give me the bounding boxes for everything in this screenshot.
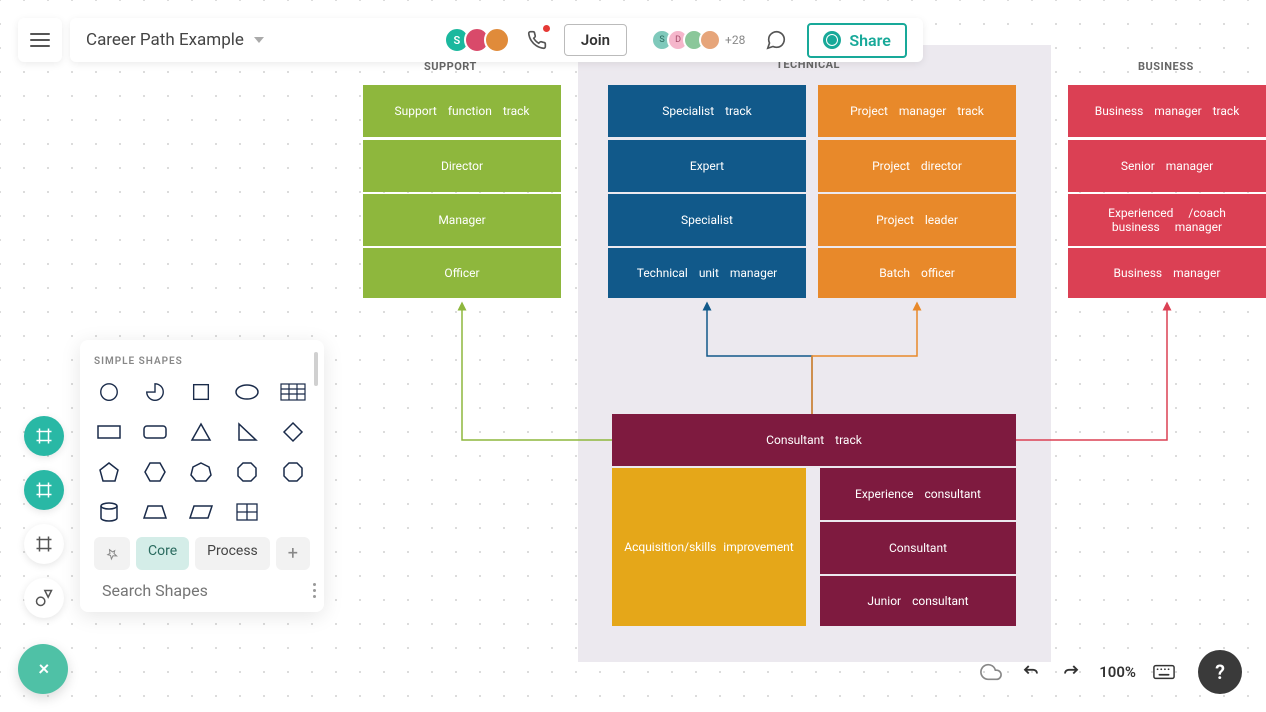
shape-empty — [278, 499, 308, 525]
block-exp-consultant[interactable]: Experience consultant — [820, 468, 1016, 520]
more-viewers-count: +28 — [725, 33, 745, 47]
block-batch-officer[interactable]: Batch officer — [818, 248, 1016, 298]
caret-down-icon — [254, 37, 264, 43]
shapes-icon — [34, 588, 54, 608]
scrollbar[interactable] — [314, 352, 318, 386]
shape-arc[interactable] — [140, 379, 170, 405]
close-panel-button[interactable]: + — [18, 644, 68, 694]
shape-search — [94, 580, 310, 600]
shape-octagon-2[interactable] — [278, 459, 308, 485]
cloud-icon — [980, 661, 1002, 683]
more-options[interactable] — [313, 583, 316, 598]
comment-button[interactable] — [761, 25, 791, 55]
block-project-director[interactable]: Project director — [818, 140, 1016, 192]
help-button[interactable]: ? — [1198, 650, 1242, 694]
shape-heptagon[interactable] — [186, 459, 216, 485]
shape-octagon[interactable] — [232, 459, 262, 485]
shape-pentagon[interactable] — [94, 459, 124, 485]
document-title-dropdown[interactable]: Career Path Example — [86, 30, 264, 50]
bottom-toolbar: 100% ? — [979, 650, 1242, 694]
redo-icon — [1062, 663, 1080, 681]
block-tech-unit-mgr[interactable]: Technical unit manager — [608, 248, 806, 298]
viewer-avatars[interactable]: S D +28 — [651, 29, 745, 51]
notification-dot-icon — [543, 25, 550, 32]
shape-trapezoid[interactable] — [140, 499, 170, 525]
shape-square[interactable] — [186, 379, 216, 405]
shape-rounded-rect[interactable] — [140, 419, 170, 445]
add-tab[interactable]: + — [276, 537, 310, 570]
shapes-tool[interactable] — [24, 578, 64, 618]
undo-icon — [1022, 663, 1040, 681]
block-business-manager[interactable]: Business manager — [1068, 248, 1266, 298]
block-expert[interactable]: Expert — [608, 140, 806, 192]
tab-process[interactable]: Process — [195, 537, 270, 570]
block-consultant-track[interactable]: Consultant track — [612, 414, 1016, 466]
share-button[interactable]: Share — [807, 23, 907, 58]
block-business-track[interactable]: Business manager track — [1068, 85, 1266, 137]
block-manager[interactable]: Manager — [363, 194, 561, 246]
frame-tool-3[interactable] — [24, 524, 64, 564]
block-officer[interactable]: Officer — [363, 248, 561, 298]
shape-cylinder[interactable] — [94, 499, 124, 525]
avatar — [699, 29, 721, 51]
block-specialist[interactable]: Specialist — [608, 194, 806, 246]
shape-search-input[interactable] — [102, 581, 305, 600]
shape-right-triangle[interactable] — [232, 419, 262, 445]
share-label: Share — [849, 31, 891, 50]
speech-bubble-icon — [765, 29, 787, 51]
block-pm-track[interactable]: Project manager track — [818, 85, 1016, 137]
frame-icon — [35, 427, 53, 445]
shape-rect[interactable] — [94, 419, 124, 445]
join-button[interactable]: Join — [564, 24, 627, 56]
block-acquisition[interactable]: Acquisition/skills improvement — [612, 468, 806, 626]
shape-tabs: Core Process + — [94, 537, 310, 570]
avatar — [484, 27, 510, 53]
undo-button[interactable] — [1019, 660, 1043, 684]
block-exp-coach[interactable]: Experienced /coach business manager — [1068, 194, 1266, 246]
tab-core[interactable]: Core — [136, 537, 189, 570]
question-icon: ? — [1215, 660, 1225, 684]
frame-tool-active[interactable] — [24, 416, 64, 456]
shape-triangle[interactable] — [186, 419, 216, 445]
shape-ellipse[interactable] — [232, 379, 262, 405]
block-specialist-track[interactable]: Specialist track — [608, 85, 806, 137]
shapes-panel-title: SIMPLE SHAPES — [94, 356, 310, 367]
phone-icon — [527, 30, 547, 50]
shape-parallelogram[interactable] — [186, 499, 216, 525]
shape-grid — [94, 379, 310, 525]
plus-icon: + — [288, 543, 298, 564]
top-bar: Career Path Example S Join S D +28 — [18, 18, 1248, 62]
menu-button[interactable] — [18, 18, 62, 62]
hamburger-icon — [30, 33, 50, 47]
side-toolbar — [24, 416, 64, 618]
frame-icon — [35, 481, 53, 499]
shape-table[interactable] — [278, 379, 308, 405]
shapes-panel: SIMPLE SHAPES Core Process + — [80, 340, 324, 612]
pin-icon — [106, 546, 118, 562]
frame-tool-2[interactable] — [24, 470, 64, 510]
block-junior-consultant[interactable]: Junior consultant — [820, 576, 1016, 626]
cloud-sync[interactable] — [979, 660, 1003, 684]
shape-grid[interactable] — [232, 499, 262, 525]
redo-button[interactable] — [1059, 660, 1083, 684]
block-senior-manager[interactable]: Senior manager — [1068, 140, 1266, 192]
pin-tab[interactable] — [94, 537, 130, 570]
active-avatars[interactable]: S — [444, 27, 510, 53]
keyboard-icon — [1153, 664, 1175, 680]
frame-icon — [35, 535, 53, 553]
title-bar: Career Path Example S Join S D +28 — [70, 18, 923, 62]
shape-hexagon[interactable] — [140, 459, 170, 485]
block-project-leader[interactable]: Project leader — [818, 194, 1016, 246]
close-icon: + — [30, 656, 57, 683]
globe-icon — [823, 31, 841, 49]
shape-circle[interactable] — [94, 379, 124, 405]
shape-diamond[interactable] — [278, 419, 308, 445]
document-title: Career Path Example — [86, 30, 244, 50]
block-support-track[interactable]: Support function track — [363, 85, 561, 137]
block-director[interactable]: Director — [363, 140, 561, 192]
zoom-level[interactable]: 100% — [1099, 663, 1136, 681]
block-consultant[interactable]: Consultant — [820, 522, 1016, 574]
keyboard-button[interactable] — [1152, 660, 1176, 684]
call-button[interactable] — [522, 25, 552, 55]
